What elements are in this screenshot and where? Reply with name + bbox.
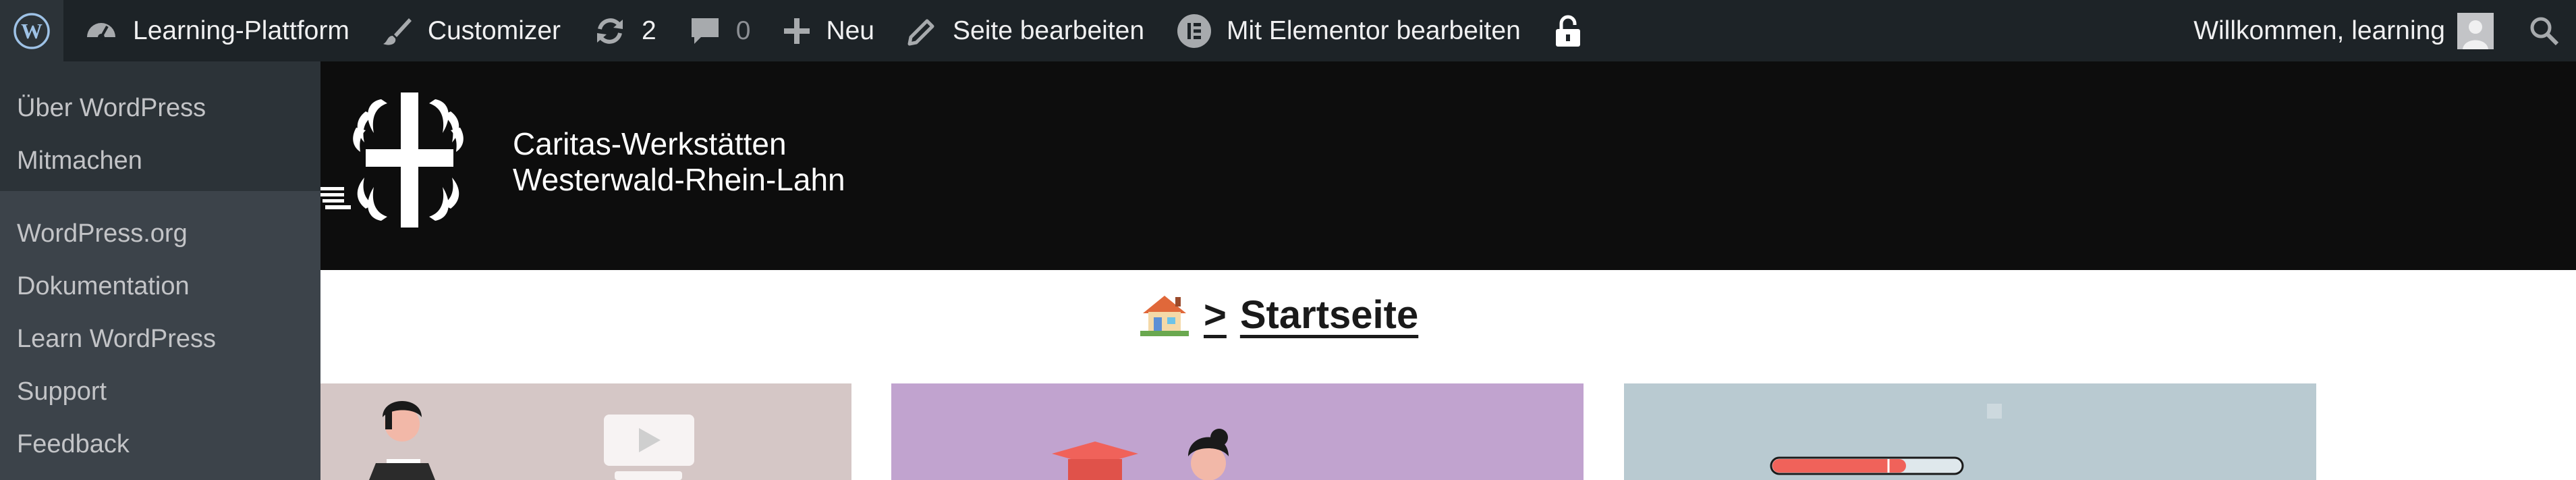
menu-item-documentation[interactable]: Dokumentation bbox=[0, 260, 320, 313]
menu-item-learn-wordpress[interactable]: Learn WordPress bbox=[0, 313, 320, 365]
progress-illustration bbox=[1770, 404, 2002, 475]
wordpress-menu-group-links: WordPress.org Dokumentation Learn WordPr… bbox=[0, 191, 320, 480]
wordpress-menu-dropdown: Über WordPress Mitmachen WordPress.org D… bbox=[0, 61, 320, 480]
customizer-link[interactable]: Customizer bbox=[382, 0, 561, 61]
my-account-link[interactable]: Willkommen, learning bbox=[2193, 0, 2513, 61]
updates-icon bbox=[597, 18, 623, 44]
elementor-edit-link[interactable]: Mit Elementor bearbeiten bbox=[1177, 0, 1521, 61]
caritas-logo[interactable] bbox=[317, 92, 506, 228]
home-icon bbox=[1140, 296, 1189, 336]
course-card[interactable] bbox=[1624, 383, 2316, 480]
svg-text:W: W bbox=[21, 19, 43, 43]
site-header: Caritas-Werkstätten Westerwald-Rhein-Lah… bbox=[0, 61, 2576, 270]
avatar bbox=[2457, 12, 2494, 49]
course-card[interactable] bbox=[891, 383, 1584, 480]
site-name: Learning-Plattform bbox=[133, 16, 349, 45]
menu-item-about-wordpress[interactable]: Über WordPress bbox=[0, 82, 320, 134]
organization-name-line2: Westerwald-Rhein-Lahn bbox=[513, 162, 845, 197]
new-content-link[interactable]: Neu bbox=[783, 0, 874, 61]
organization-name: Caritas-Werkstätten Westerwald-Rhein-Lah… bbox=[513, 126, 845, 198]
plus-icon bbox=[784, 18, 810, 44]
brush-icon bbox=[383, 18, 412, 45]
comment-icon bbox=[691, 18, 719, 44]
comments-count: 0 bbox=[735, 16, 751, 45]
elementor-icon bbox=[1177, 14, 1212, 48]
wordpress-menu-button[interactable]: W bbox=[0, 0, 63, 61]
graduation-illustration bbox=[1052, 429, 1229, 480]
menu-item-support[interactable]: Support bbox=[0, 365, 320, 418]
unlock-icon bbox=[1555, 15, 1580, 47]
edit-page-link[interactable]: Seite bearbeiten bbox=[907, 0, 1144, 61]
wordpress-icon: W bbox=[13, 12, 50, 49]
menu-item-feedback[interactable]: Feedback bbox=[0, 418, 320, 471]
elementor-edit-label: Mit Elementor bearbeiten bbox=[1227, 16, 1521, 45]
search-icon bbox=[2530, 17, 2559, 45]
comments-link[interactable]: 0 bbox=[689, 0, 751, 61]
new-label: Neu bbox=[826, 16, 874, 45]
breadcrumb[interactable]: > Startseite bbox=[1140, 288, 1418, 342]
search-button[interactable] bbox=[2513, 0, 2576, 61]
breadcrumb-current: Startseite bbox=[1239, 292, 1419, 337]
organization-name-line1: Caritas-Werkstätten bbox=[513, 126, 787, 161]
pencil-icon bbox=[907, 19, 934, 45]
updates-count: 2 bbox=[642, 16, 656, 45]
menu-item-wordpress-org[interactable]: WordPress.org bbox=[0, 207, 320, 260]
edit-page-label: Seite bearbeiten bbox=[953, 16, 1145, 45]
breadcrumb-separator: > bbox=[1204, 292, 1227, 337]
customizer-label: Customizer bbox=[427, 16, 561, 45]
unlock-button[interactable] bbox=[1555, 0, 1581, 61]
course-card[interactable] bbox=[320, 383, 851, 480]
wordpress-menu-group-about: Über WordPress Mitmachen bbox=[0, 61, 320, 191]
admin-bar: W Learning-Plattform Customizer 2 0 Neu … bbox=[0, 0, 2576, 61]
updates-link[interactable]: 2 bbox=[593, 0, 656, 61]
menu-item-get-involved[interactable]: Mitmachen bbox=[0, 134, 320, 187]
greeting: Willkommen, learning bbox=[2193, 16, 2445, 45]
site-name-link[interactable]: Learning-Plattform bbox=[84, 0, 349, 61]
video-lesson-illustration bbox=[369, 401, 694, 480]
dashboard-icon bbox=[87, 22, 115, 41]
